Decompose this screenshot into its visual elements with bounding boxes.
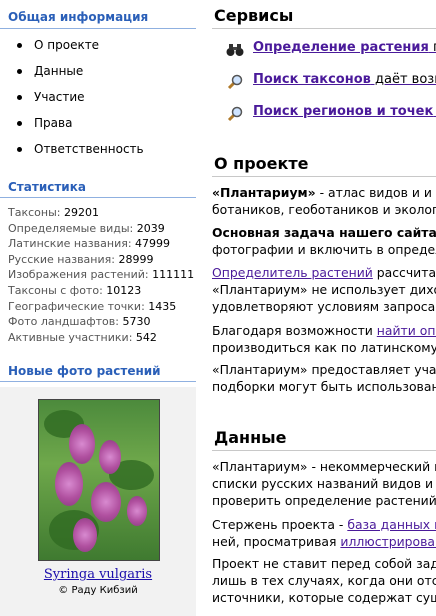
divider bbox=[0, 197, 196, 198]
stat-row: Латинские названия: 47999 bbox=[8, 237, 171, 251]
divider bbox=[0, 28, 196, 29]
data-p1: «Плантариум» - некоммерческий п списки р… bbox=[212, 459, 436, 508]
nav-item-responsibility[interactable]: Ответственность bbox=[0, 140, 196, 166]
stat-row: Фото ландшафтов: 5730 bbox=[8, 315, 151, 329]
about-title: О проекте bbox=[214, 154, 309, 173]
bullet-icon bbox=[17, 43, 22, 48]
divider bbox=[0, 381, 196, 382]
about-p3: Определитель растений рассчитан «Плантар… bbox=[212, 265, 436, 314]
photo-credit: © Раду Кибзий bbox=[58, 585, 138, 596]
data-p3: Проект не ставит перед собой зад лишь в … bbox=[212, 556, 436, 605]
about-p5: «Плантариум» предоставляет уча подборки … bbox=[212, 362, 436, 394]
stat-row: Определяемые виды: 2039 bbox=[8, 221, 165, 235]
sidebar-nav: О проекте Данные Участие Права Ответстве… bbox=[0, 36, 196, 166]
identifier-link[interactable]: Определитель растений bbox=[212, 265, 373, 280]
stat-row: Таксоны с фото: 10123 bbox=[8, 283, 142, 297]
nav-item-data[interactable]: Данные bbox=[0, 62, 196, 88]
illustrated-link[interactable]: иллюстрирован bbox=[340, 534, 436, 549]
bullet-icon bbox=[17, 69, 22, 74]
stat-row: Русские названия: 28999 bbox=[8, 252, 154, 266]
divider bbox=[212, 28, 436, 29]
services-title: Сервисы bbox=[214, 6, 294, 25]
data-title: Данные bbox=[214, 428, 287, 447]
photo-caption-link[interactable]: Syringa vulgaris bbox=[0, 567, 196, 582]
nav-item-about[interactable]: О проекте bbox=[0, 36, 196, 62]
data-p2: Стержень проекта - база данных п ней, пр… bbox=[212, 516, 436, 550]
plant-photo[interactable] bbox=[38, 399, 160, 561]
new-photo-panel: Syringa vulgaris © Раду Кибзий bbox=[0, 387, 196, 616]
database-link[interactable]: база данных п bbox=[347, 517, 436, 532]
divider bbox=[212, 176, 436, 177]
find-description-link[interactable]: найти опи bbox=[377, 323, 436, 338]
about-p1: «Плантариум» - атлас видов и и ботаников… bbox=[212, 185, 436, 217]
binoculars-icon bbox=[226, 44, 244, 56]
statistics-heading: Статистика bbox=[8, 180, 86, 194]
general-info-heading: Общая информация bbox=[8, 10, 149, 24]
about-p4: Благодаря возможности найти опи производ… bbox=[212, 322, 436, 356]
new-photos-heading: Новые фото растений bbox=[8, 364, 161, 378]
statistics-list: Таксоны: 29201 Определяемые виды: 2039 Л… bbox=[8, 206, 194, 346]
divider bbox=[212, 450, 436, 451]
nav-item-rights[interactable]: Права bbox=[0, 114, 196, 140]
main-content: Сервисы Определение растения по Поиск та… bbox=[196, 0, 436, 616]
stat-row: Географические точки: 1435 bbox=[8, 299, 177, 313]
bullet-icon bbox=[17, 95, 22, 100]
magnifier-icon bbox=[227, 74, 243, 90]
stat-row: Активные участники: 542 bbox=[8, 330, 157, 344]
magnifier-icon bbox=[227, 106, 243, 122]
stat-row: Изображения растений: 111111 bbox=[8, 268, 195, 282]
nav-item-participation[interactable]: Участие bbox=[0, 88, 196, 114]
sidebar: Общая информация О проекте Данные Участи… bbox=[0, 0, 196, 616]
bullet-icon bbox=[17, 147, 22, 152]
about-p2: Основная задача нашего сайта фотографии … bbox=[212, 225, 436, 257]
stat-row: Таксоны: 29201 bbox=[8, 206, 99, 219]
bullet-icon bbox=[17, 121, 22, 126]
